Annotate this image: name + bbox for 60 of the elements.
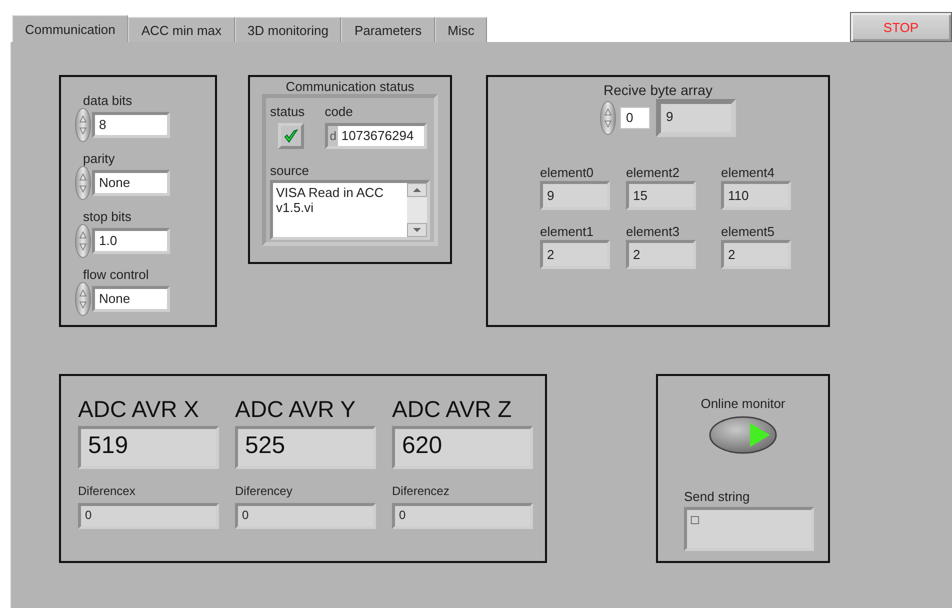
adc-value-display: 620 — [392, 426, 533, 469]
input-field[interactable]: None — [92, 170, 170, 196]
send-string-field: □ — [684, 507, 814, 551]
increment-decrement-buttons[interactable] — [75, 108, 91, 142]
input-field[interactable]: 1.0 — [92, 228, 170, 254]
scroll-down-icon[interactable] — [407, 223, 427, 237]
field-label: stop bits — [82, 209, 132, 224]
field-label: Diferencey — [235, 484, 294, 498]
array-element-value: 9 — [656, 99, 736, 137]
check-icon — [283, 128, 299, 144]
value-display: 110 — [721, 181, 791, 210]
tab[interactable]: Parameters — [341, 17, 435, 42]
difference-display: 0 — [78, 503, 219, 529]
tab[interactable]: Communication — [12, 15, 128, 42]
field-label: element5 — [721, 224, 776, 239]
field-label: element4 — [721, 165, 776, 180]
value-display: 9 — [540, 181, 610, 210]
scroll-up-icon[interactable] — [407, 183, 427, 197]
array-title: Recive byte array — [602, 81, 714, 98]
field-label: data bits — [82, 93, 134, 108]
field-label: element0 — [540, 165, 594, 180]
increment-decrement-buttons[interactable] — [75, 166, 91, 200]
source-text: VISA Read in ACC v1.5.vi — [275, 184, 385, 217]
field-label: Diferencez — [392, 484, 450, 498]
tab[interactable]: ACC min max — [128, 17, 235, 42]
cluster-title: Communication status — [284, 78, 416, 94]
field-label: Online monitor — [700, 396, 786, 411]
field-label: Send string — [684, 489, 751, 504]
increment-decrement-buttons[interactable] — [75, 282, 91, 316]
difference-display: 0 — [392, 503, 533, 529]
online-monitor-button[interactable] — [708, 415, 778, 455]
tab[interactable]: 3D monitoring — [234, 17, 342, 42]
field-label: source — [270, 163, 310, 178]
field-label: element3 — [626, 224, 680, 239]
scrollbar[interactable] — [407, 183, 427, 237]
adc-value-display: 519 — [78, 426, 219, 469]
adc-label: ADC AVR Y — [235, 396, 357, 423]
increment-decrement-buttons[interactable] — [600, 101, 616, 135]
input-field[interactable]: 8 — [92, 112, 170, 138]
code-value: 1073676294 — [338, 126, 424, 146]
value-display: 2 — [721, 240, 791, 269]
field-label: element1 — [540, 224, 594, 239]
adc-value-display: 525 — [235, 426, 376, 469]
increment-decrement-buttons[interactable] — [75, 224, 91, 258]
field-label: status — [270, 104, 305, 119]
field-label: code — [324, 104, 354, 119]
adc-label: ADC AVR Z — [392, 396, 513, 423]
index-field[interactable]: 0 — [620, 107, 650, 129]
adc-label: ADC AVR X — [78, 396, 200, 423]
field-label: Diferencex — [78, 484, 136, 498]
difference-display: 0 — [235, 503, 376, 529]
value-display: 2 — [626, 240, 696, 269]
value-display: 2 — [540, 240, 610, 269]
radix-label: d — [328, 129, 338, 143]
field-label: element2 — [626, 165, 680, 180]
field-label: parity — [82, 151, 116, 166]
input-field[interactable]: None — [92, 286, 170, 312]
value-display: 15 — [626, 181, 696, 210]
field-label: flow control — [82, 267, 150, 282]
tab[interactable]: Misc — [434, 17, 488, 42]
